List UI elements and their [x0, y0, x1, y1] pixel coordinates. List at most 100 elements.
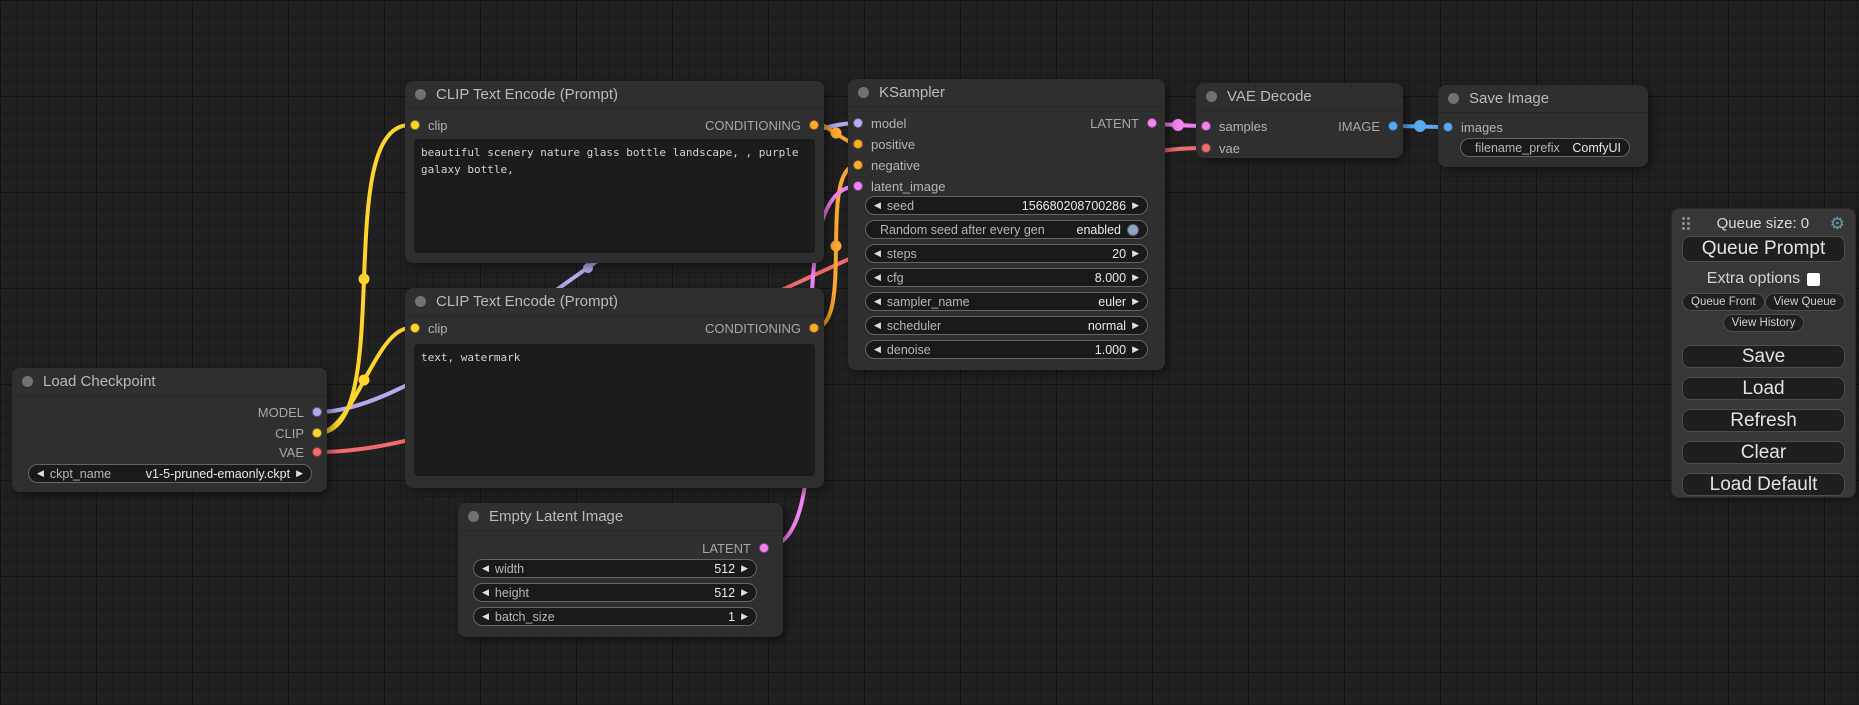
- output-slot-model: MODEL: [12, 402, 327, 422]
- clear-button[interactable]: Clear: [1682, 441, 1845, 464]
- view-queue-button[interactable]: View Queue: [1765, 293, 1845, 311]
- samples-input-port[interactable]: [1201, 121, 1211, 131]
- next-value-arrow-icon[interactable]: ▶: [1132, 273, 1139, 282]
- height-widget[interactable]: ◀ height 512 ▶: [473, 583, 757, 602]
- node-title-bar[interactable]: KSampler: [848, 79, 1165, 107]
- batch-size-widget[interactable]: ◀ batch_size 1 ▶: [473, 607, 757, 626]
- next-value-arrow-icon[interactable]: ▶: [741, 612, 748, 621]
- wire-midpoint-dot: [1414, 120, 1426, 132]
- filename-prefix-widget[interactable]: filename_prefix ComfyUI: [1460, 138, 1630, 157]
- positive-prompt-textarea[interactable]: beautiful scenery nature glass bottle la…: [414, 139, 815, 253]
- prev-value-arrow-icon[interactable]: ◀: [482, 612, 489, 621]
- refresh-button[interactable]: Refresh: [1682, 409, 1845, 432]
- negative-prompt-textarea[interactable]: text, watermark: [414, 344, 815, 476]
- seed-widget[interactable]: ◀ seed 156680208700286 ▶: [865, 196, 1148, 215]
- slot-label: VAE: [279, 445, 304, 460]
- load-default-button[interactable]: Load Default: [1682, 473, 1845, 496]
- widget-label: sampler_name: [887, 295, 970, 309]
- conditioning-output-port[interactable]: [809, 120, 819, 130]
- image-output-port[interactable]: [1388, 121, 1398, 131]
- conditioning-output-port[interactable]: [809, 323, 819, 333]
- slot-label: LATENT: [702, 541, 751, 556]
- prev-value-arrow-icon[interactable]: ◀: [874, 297, 881, 306]
- prev-value-arrow-icon[interactable]: ◀: [482, 588, 489, 597]
- extra-options-checkbox[interactable]: [1807, 273, 1820, 286]
- slot-label: clip: [428, 118, 448, 133]
- wire-midpoint-dot: [359, 274, 370, 285]
- wire-midpoint-dot: [359, 375, 370, 386]
- queue-prompt-button[interactable]: Queue Prompt: [1682, 236, 1845, 262]
- positive-input-port[interactable]: [853, 139, 863, 149]
- node-vae-decode: VAE Decode samples IMAGE vae: [1196, 83, 1403, 158]
- node-title-bar[interactable]: VAE Decode: [1196, 83, 1403, 111]
- node-clip-text-encode-1: CLIP Text Encode (Prompt) clip CONDITION…: [405, 81, 824, 263]
- workflow-action-buttons: Save Load Refresh Clear Load Default: [1682, 345, 1845, 496]
- slot-row: vae: [1196, 138, 1403, 158]
- wire-midpoint-dot: [831, 241, 842, 252]
- next-value-arrow-icon[interactable]: ▶: [741, 564, 748, 573]
- next-value-arrow-icon[interactable]: ▶: [296, 469, 303, 478]
- prev-value-arrow-icon[interactable]: ◀: [874, 249, 881, 258]
- drag-handle-icon[interactable]: [1682, 217, 1690, 230]
- node-title-bar[interactable]: Empty Latent Image: [458, 503, 783, 531]
- latent-image-input-port[interactable]: [853, 181, 863, 191]
- widget-value: v1-5-pruned-emaonly.ckpt: [146, 467, 290, 481]
- prev-value-arrow-icon[interactable]: ◀: [874, 201, 881, 210]
- vae-input-port[interactable]: [1201, 143, 1211, 153]
- node-status-dot-icon: [1448, 93, 1459, 104]
- next-value-arrow-icon[interactable]: ▶: [1132, 321, 1139, 330]
- node-status-dot-icon: [1206, 91, 1217, 102]
- vae-output-port[interactable]: [312, 447, 322, 457]
- node-title-bar[interactable]: Save Image: [1438, 85, 1648, 113]
- widget-value: euler: [1098, 295, 1126, 309]
- widget-label: denoise: [887, 343, 931, 357]
- widget-value: 20: [1112, 247, 1126, 261]
- denoise-widget[interactable]: ◀ denoise 1.000 ▶: [865, 340, 1148, 359]
- sampler-name-widget[interactable]: ◀ sampler_name euler ▶: [865, 292, 1148, 311]
- output-slot-latent: LATENT: [458, 538, 783, 558]
- node-title-bar[interactable]: CLIP Text Encode (Prompt): [405, 81, 824, 109]
- load-button[interactable]: Load: [1682, 377, 1845, 400]
- prev-value-arrow-icon[interactable]: ◀: [874, 345, 881, 354]
- latent-output-port[interactable]: [1147, 118, 1157, 128]
- cfg-widget[interactable]: ◀ cfg 8.000 ▶: [865, 268, 1148, 287]
- widget-value: 1.000: [1095, 343, 1126, 357]
- save-button[interactable]: Save: [1682, 345, 1845, 368]
- clip-input-port[interactable]: [410, 323, 420, 333]
- slot-label: CONDITIONING: [705, 321, 801, 336]
- widget-value: 156680208700286: [1022, 199, 1126, 213]
- random-seed-toggle-widget[interactable]: Random seed after every gen enabled: [865, 220, 1148, 239]
- toggle-enabled-icon[interactable]: [1127, 224, 1139, 236]
- prev-value-arrow-icon[interactable]: ◀: [874, 321, 881, 330]
- slot-row: model LATENT: [848, 113, 1165, 133]
- ckpt-name-widget[interactable]: ◀ ckpt_name v1-5-pruned-emaonly.ckpt ▶: [28, 464, 312, 483]
- node-title-bar[interactable]: CLIP Text Encode (Prompt): [405, 288, 824, 316]
- steps-widget[interactable]: ◀ steps 20 ▶: [865, 244, 1148, 263]
- prev-value-arrow-icon[interactable]: ◀: [37, 469, 44, 478]
- node-title-bar[interactable]: Load Checkpoint: [12, 368, 327, 396]
- model-output-port[interactable]: [312, 407, 322, 417]
- prev-value-arrow-icon[interactable]: ◀: [482, 564, 489, 573]
- slot-label: positive: [871, 137, 915, 152]
- scheduler-widget[interactable]: ◀ scheduler normal ▶: [865, 316, 1148, 335]
- next-value-arrow-icon[interactable]: ▶: [1132, 249, 1139, 258]
- clip-input-port[interactable]: [410, 120, 420, 130]
- clip-output-port[interactable]: [312, 428, 322, 438]
- queue-front-button[interactable]: Queue Front: [1682, 293, 1765, 311]
- next-value-arrow-icon[interactable]: ▶: [1132, 345, 1139, 354]
- node-status-dot-icon: [858, 87, 869, 98]
- widget-label: steps: [887, 247, 917, 261]
- view-history-button[interactable]: View History: [1723, 314, 1805, 332]
- next-value-arrow-icon[interactable]: ▶: [1132, 201, 1139, 210]
- model-input-port[interactable]: [853, 118, 863, 128]
- settings-gear-icon[interactable]: ⚙: [1830, 215, 1845, 232]
- prev-value-arrow-icon[interactable]: ◀: [874, 273, 881, 282]
- images-input-port[interactable]: [1443, 122, 1453, 132]
- negative-input-port[interactable]: [853, 160, 863, 170]
- node-save-image: Save Image images filename_prefix ComfyU…: [1438, 85, 1648, 167]
- latent-output-port[interactable]: [759, 543, 769, 553]
- next-value-arrow-icon[interactable]: ▶: [1132, 297, 1139, 306]
- slot-label: LATENT: [1090, 116, 1139, 131]
- next-value-arrow-icon[interactable]: ▶: [741, 588, 748, 597]
- width-widget[interactable]: ◀ width 512 ▶: [473, 559, 757, 578]
